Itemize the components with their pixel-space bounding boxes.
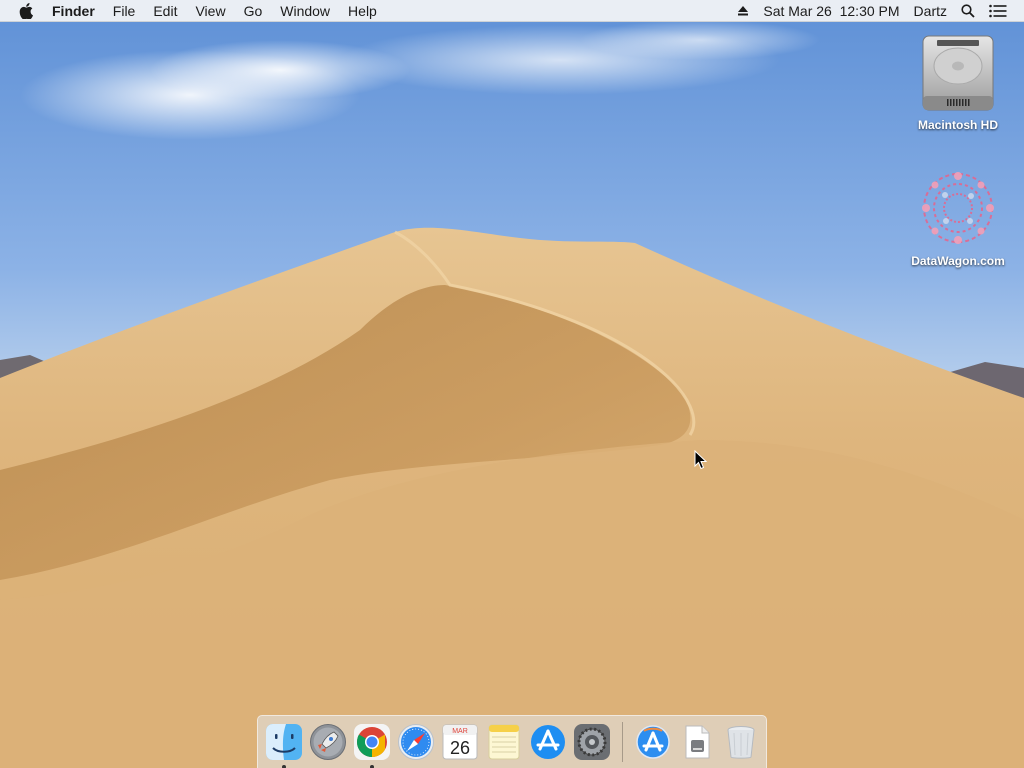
menu-view[interactable]: View <box>186 0 234 22</box>
desktop-icon-label: DataWagon.com <box>911 254 1005 268</box>
dock: MAR 26 <box>257 715 767 768</box>
dock-item-finder[interactable] <box>262 720 306 768</box>
menu-window[interactable]: Window <box>271 0 339 22</box>
trash-icon <box>727 726 755 759</box>
safari-icon <box>398 724 434 760</box>
menu-bar-status: Sat Mar 26 12:30 PM Dartz <box>730 0 1024 22</box>
eject-icon[interactable] <box>730 0 756 22</box>
document-icon <box>685 725 710 759</box>
notification-center-icon[interactable] <box>982 0 1014 22</box>
desktop-icon-macintosh-hd[interactable]: Macintosh HD <box>898 30 1018 132</box>
notes-icon <box>488 724 520 760</box>
system-preferences-icon <box>574 724 610 760</box>
menu-go[interactable]: Go <box>235 0 272 22</box>
desktop-icon-datawagon[interactable]: DataWagon.com <box>898 166 1018 268</box>
menu-bar: Finder File Edit View Go Window Help Sat… <box>0 0 1024 22</box>
dock-item-launchpad[interactable] <box>306 720 350 764</box>
dock-item-trash[interactable] <box>719 720 763 764</box>
clock[interactable]: Sat Mar 26 12:30 PM <box>756 0 906 22</box>
menu-bar-left: Finder File Edit View Go Window Help <box>0 0 386 22</box>
desktop[interactable]: Finder File Edit View Go Window Help Sat… <box>0 0 1024 768</box>
desktop-wallpaper <box>0 0 1024 768</box>
chrome-icon <box>354 724 390 760</box>
disk-image-icon <box>916 166 1000 250</box>
dock-item-calendar[interactable]: MAR 26 <box>438 720 482 764</box>
menu-file[interactable]: File <box>104 0 145 22</box>
menu-help[interactable]: Help <box>339 0 386 22</box>
calendar-month: MAR <box>452 728 468 735</box>
launchpad-icon <box>310 724 346 760</box>
desktop-icon-label: Macintosh HD <box>917 118 998 132</box>
menu-app-finder[interactable]: Finder <box>43 0 104 22</box>
mouse-cursor-icon <box>694 450 708 470</box>
calendar-day: 26 <box>450 738 470 758</box>
menu-edit[interactable]: Edit <box>144 0 186 22</box>
dock-item-chrome[interactable] <box>350 720 394 768</box>
applications-folder-icon <box>636 725 670 759</box>
finder-icon <box>266 724 302 760</box>
dock-item-safari[interactable] <box>394 720 438 764</box>
dock-item-app-store[interactable] <box>526 720 570 764</box>
app-store-icon <box>531 725 565 759</box>
hard-drive-icon <box>916 30 1000 114</box>
calendar-icon: MAR 26 <box>442 724 478 760</box>
dock-item-document[interactable] <box>675 720 719 764</box>
spotlight-search-icon[interactable] <box>954 0 982 22</box>
dock-item-applications[interactable] <box>631 720 675 764</box>
dock-item-notes[interactable] <box>482 720 526 764</box>
dock-separator <box>622 722 623 762</box>
apple-logo-icon[interactable] <box>18 0 34 22</box>
user-menu[interactable]: Dartz <box>907 0 954 22</box>
dock-item-system-preferences[interactable] <box>570 720 614 764</box>
